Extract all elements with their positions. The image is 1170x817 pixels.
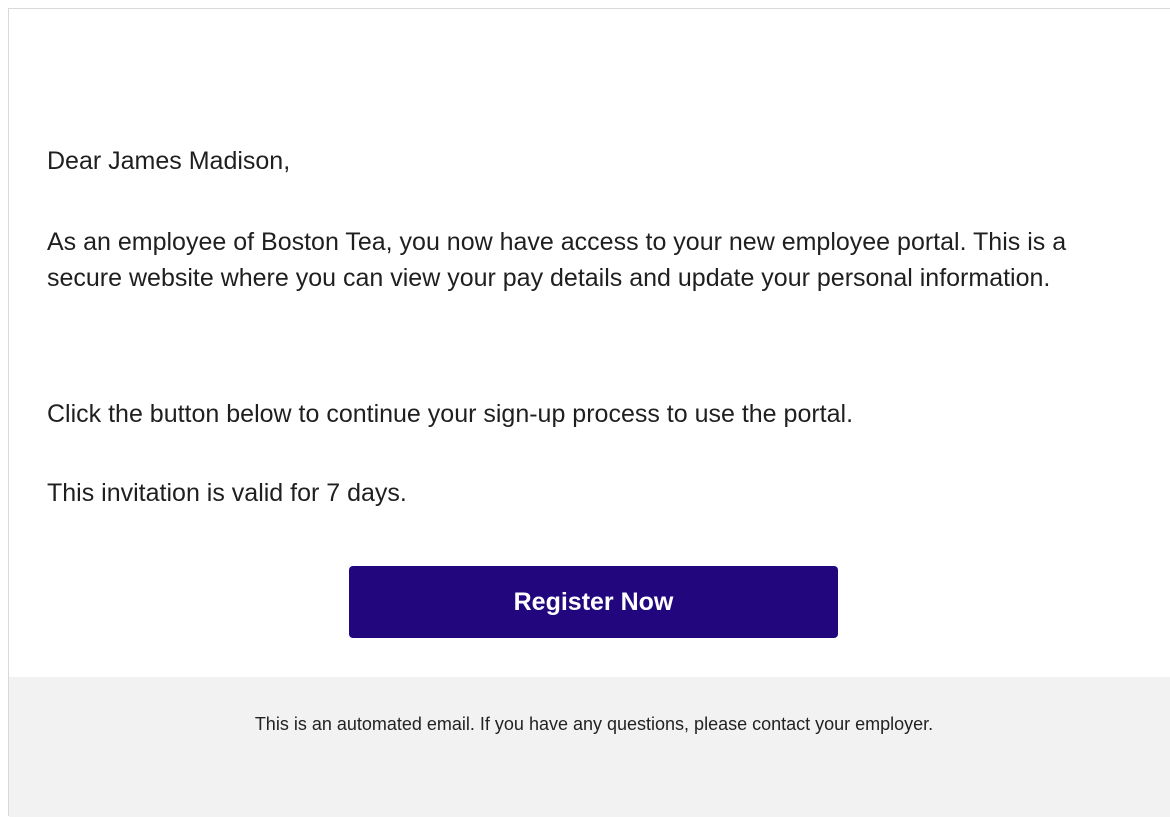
email-footer: This is an automated email. If you have … [9,677,1170,817]
greeting: Dear James Madison, [47,147,291,175]
email-container: Dear James Madison, As an employee of Bo… [8,8,1170,817]
validity-paragraph: This invitation is valid for 7 days. [47,479,407,507]
instructions-paragraph: Click the button below to continue your … [47,400,854,428]
intro-paragraph: As an employee of Boston Tea, you now ha… [47,228,1067,292]
register-now-button[interactable]: Register Now [349,566,838,638]
footer-notice: This is an automated email. If you have … [254,714,934,734]
